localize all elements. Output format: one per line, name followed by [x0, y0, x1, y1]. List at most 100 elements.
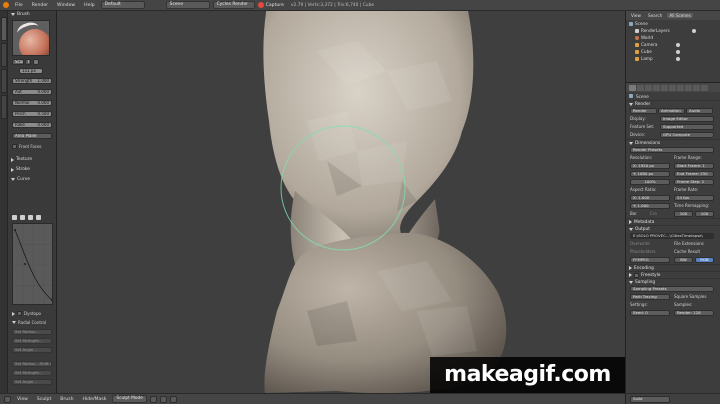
metadata-panel-header[interactable]: Metadata [626, 218, 720, 225]
sampling-panel-header[interactable]: Sampling [626, 278, 720, 285]
dyntopo-checkbox[interactable]: Dyntopo [12, 311, 41, 316]
brush-section-header[interactable]: Brush [9, 11, 56, 18]
freestyle-panel-header[interactable]: Freestyle [626, 271, 720, 278]
tab-modifiers-icon[interactable] [677, 84, 684, 91]
tab-world-icon[interactable] [653, 84, 660, 91]
shelf-tab-misc[interactable] [1, 95, 7, 119]
layers-icon[interactable] [169, 395, 177, 403]
seed-field[interactable]: Seed: 0 [630, 310, 670, 316]
square-samples-checkbox[interactable]: Square Samples [674, 294, 706, 299]
outliner-item-lamp[interactable]: Lamp [626, 55, 720, 62]
file-extensions-checkbox[interactable]: File Extensions [674, 241, 704, 246]
brush-name-field[interactable]: SculptDraw [12, 59, 24, 65]
outliner-item-camera[interactable]: Camera [626, 41, 720, 48]
menu-window[interactable]: Window [54, 3, 78, 8]
frame-step-field[interactable]: Frame Step: 1 [674, 179, 714, 185]
outliner-display-select[interactable]: All Scenes [667, 13, 693, 18]
cache-result-checkbox[interactable]: Cache Result [674, 249, 700, 254]
curve-section-header[interactable]: Curve [9, 176, 30, 183]
shelf-tab-grease[interactable] [1, 69, 7, 93]
pinch-field[interactable]: Pinch 0.500 [12, 111, 52, 117]
outliner-item-renderlayers[interactable]: RenderLayers [626, 27, 720, 34]
set-angle-shift-button[interactable]: Set Angle... [12, 379, 52, 385]
sampling-presets-select[interactable]: Sampling Presets [630, 286, 714, 292]
audio-button[interactable]: Audio [686, 108, 713, 114]
time-remap-new-field[interactable]: 100 [695, 211, 714, 217]
tab-data-icon[interactable] [685, 84, 692, 91]
crop-checkbox[interactable]: Cro [650, 211, 657, 216]
brush-preview[interactable] [12, 20, 50, 56]
aspect-y-field[interactable]: Y: 1.000 [630, 203, 670, 209]
bw-toggle[interactable]: BW [674, 257, 693, 263]
autosmooth-field[interactable]: Aut 0.000 [12, 89, 52, 95]
visibility-eye-icon[interactable] [676, 42, 680, 47]
menu-help[interactable]: Help [81, 3, 97, 8]
sculpt-plane-select[interactable]: Area Plane [12, 133, 52, 139]
encoding-panel-header[interactable]: Encoding [626, 264, 720, 271]
resolution-percentage-field[interactable]: 100% [630, 179, 670, 185]
output-panel-header[interactable]: Output [626, 225, 720, 232]
tab-constraints-icon[interactable] [669, 84, 676, 91]
render-panel-header[interactable]: Render [626, 100, 720, 107]
falloff-curve-editor[interactable] [12, 223, 53, 305]
menu-brush[interactable]: Brush [57, 397, 76, 402]
render-samples-field[interactable]: Render: 128 [674, 310, 714, 316]
resolution-x-field[interactable]: X: 1920 px [630, 163, 670, 169]
tab-layers-icon[interactable] [637, 84, 644, 91]
visibility-eye-icon[interactable] [676, 56, 680, 61]
tab-render-icon[interactable] [629, 84, 636, 91]
wrench-icon[interactable] [28, 215, 33, 220]
set-strength-shift-button[interactable]: Set Strength... [12, 370, 52, 376]
tab-texture-icon[interactable] [701, 84, 708, 91]
tab-material-icon[interactable] [693, 84, 700, 91]
frame-rate-select[interactable]: 24 fps [674, 195, 714, 201]
animation-button[interactable]: Animation [658, 108, 685, 114]
start-frame-field[interactable]: Start Frame: 1 [674, 163, 714, 169]
blender-logo-icon[interactable] [3, 2, 9, 8]
render-presets-select[interactable]: Render Presets [630, 147, 714, 153]
placeholders-checkbox[interactable]: Placeholders [630, 249, 655, 254]
menu-render[interactable]: Render [29, 3, 51, 8]
capture-button[interactable]: Capture [257, 2, 284, 8]
scene-select[interactable]: Scene [165, 1, 210, 9]
tab-object-icon[interactable] [661, 84, 668, 91]
front-faces-checkbox[interactable]: Front Faces [12, 144, 42, 149]
visibility-eye-icon[interactable] [676, 49, 680, 54]
time-remap-old-field[interactable]: 100 [674, 211, 693, 217]
dimensions-panel-header[interactable]: Dimensions [626, 139, 720, 146]
radius-field[interactable]: 151 px [19, 68, 43, 74]
set-strength-button[interactable]: Set Strength... [12, 338, 52, 344]
outliner-view-menu[interactable]: View [629, 13, 643, 18]
tab-scene-icon[interactable] [645, 84, 652, 91]
set-radius-shift-button[interactable]: Set Radius ...Shift Ctrl [12, 361, 52, 367]
render-button[interactable]: Render [630, 108, 657, 114]
menu-file[interactable]: File [12, 3, 26, 8]
symmetry-header[interactable]: Radial Control [12, 320, 46, 325]
render-engine-select[interactable]: Cycles Render [212, 1, 255, 9]
viewport-shading-icon[interactable] [149, 395, 157, 403]
integrator-select[interactable]: Path Tracing [630, 294, 670, 300]
border-checkbox[interactable]: Bor [630, 211, 637, 216]
aspect-x-field[interactable]: X: 1.000 [630, 195, 670, 201]
rgb-toggle[interactable]: RGB [695, 257, 714, 263]
3d-viewport[interactable]: makeagif.com [57, 11, 625, 393]
close-icon[interactable] [36, 215, 41, 220]
solid-shading-select[interactable]: Solid [630, 396, 670, 403]
end-frame-field[interactable]: End Frame: 250 [674, 171, 714, 177]
outliner-item-cube[interactable]: Cube [626, 48, 720, 55]
interaction-mode-select[interactable]: Sculpt Mode [112, 395, 147, 403]
pivot-point-icon[interactable] [159, 395, 167, 403]
file-format-select[interactable]: FFMPEG [630, 257, 670, 263]
checkbox-box[interactable] [634, 272, 639, 278]
feature-set-select[interactable]: Supported [660, 124, 714, 130]
editor-type-icon[interactable] [4, 395, 11, 403]
overwrite-checkbox[interactable]: Overwrite [630, 241, 650, 246]
rake-field[interactable]: Rake 0.000 [12, 122, 52, 128]
outliner-item-scene[interactable]: Scene [626, 20, 720, 27]
screen-layout-select[interactable]: Default [100, 1, 145, 9]
shelf-tab-options[interactable] [1, 43, 7, 67]
menu-view[interactable]: View [14, 397, 31, 402]
output-path-field[interactable]: E:\SOLO PROVEC...\CitiesTimelapse\ [630, 233, 714, 239]
zoom-in-icon[interactable] [12, 215, 17, 220]
normal-weight-field[interactable]: Normal 0.000 [12, 100, 52, 106]
